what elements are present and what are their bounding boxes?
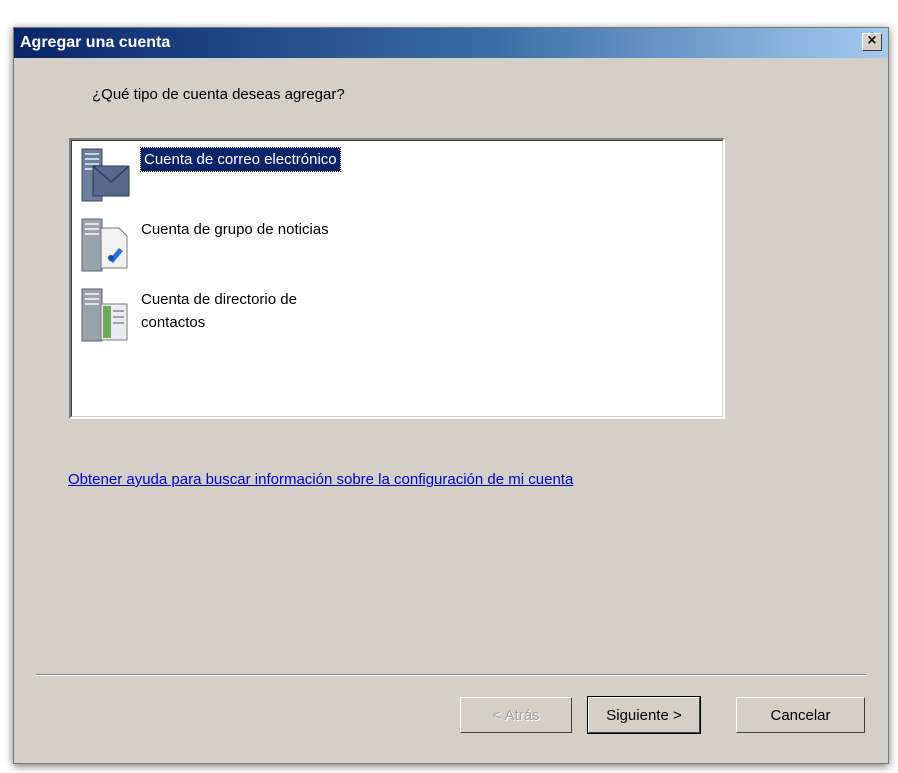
list-item-newsgroup[interactable]: Cuenta de grupo de noticias (79, 218, 329, 274)
dialog-title: Agregar una cuenta (20, 34, 171, 51)
cancel-button[interactable]: Cancelar (736, 697, 865, 733)
list-item-directory[interactable]: Cuenta de directorio de contactos (79, 288, 297, 344)
back-button[interactable]: < Atrás (460, 697, 572, 733)
close-button[interactable]: × (862, 33, 882, 51)
close-icon: × (866, 33, 878, 48)
add-account-dialog: Agregar una cuenta × ¿Qué tipo de cuenta… (13, 27, 889, 764)
newsgroup-server-icon (79, 218, 131, 274)
directory-server-icon (79, 288, 131, 344)
next-button[interactable]: Siguiente > (587, 696, 701, 734)
title-bar[interactable]: Agregar una cuenta × (14, 28, 888, 58)
account-type-list[interactable]: Cuenta de correo electrónico Cuenta de g… (69, 138, 725, 419)
email-server-icon (79, 148, 131, 204)
list-item-email[interactable]: Cuenta de correo electrónico (79, 147, 341, 204)
list-item-label: Cuenta de grupo de noticias (141, 221, 329, 238)
list-item-label: Cuenta de correo electrónico (140, 147, 341, 172)
list-item-label: Cuenta de directorio de contactos (141, 291, 297, 331)
help-link[interactable]: Obtener ayuda para buscar información so… (68, 471, 573, 488)
question-label: ¿Qué tipo de cuenta deseas agregar? (92, 86, 345, 103)
separator (36, 674, 866, 676)
